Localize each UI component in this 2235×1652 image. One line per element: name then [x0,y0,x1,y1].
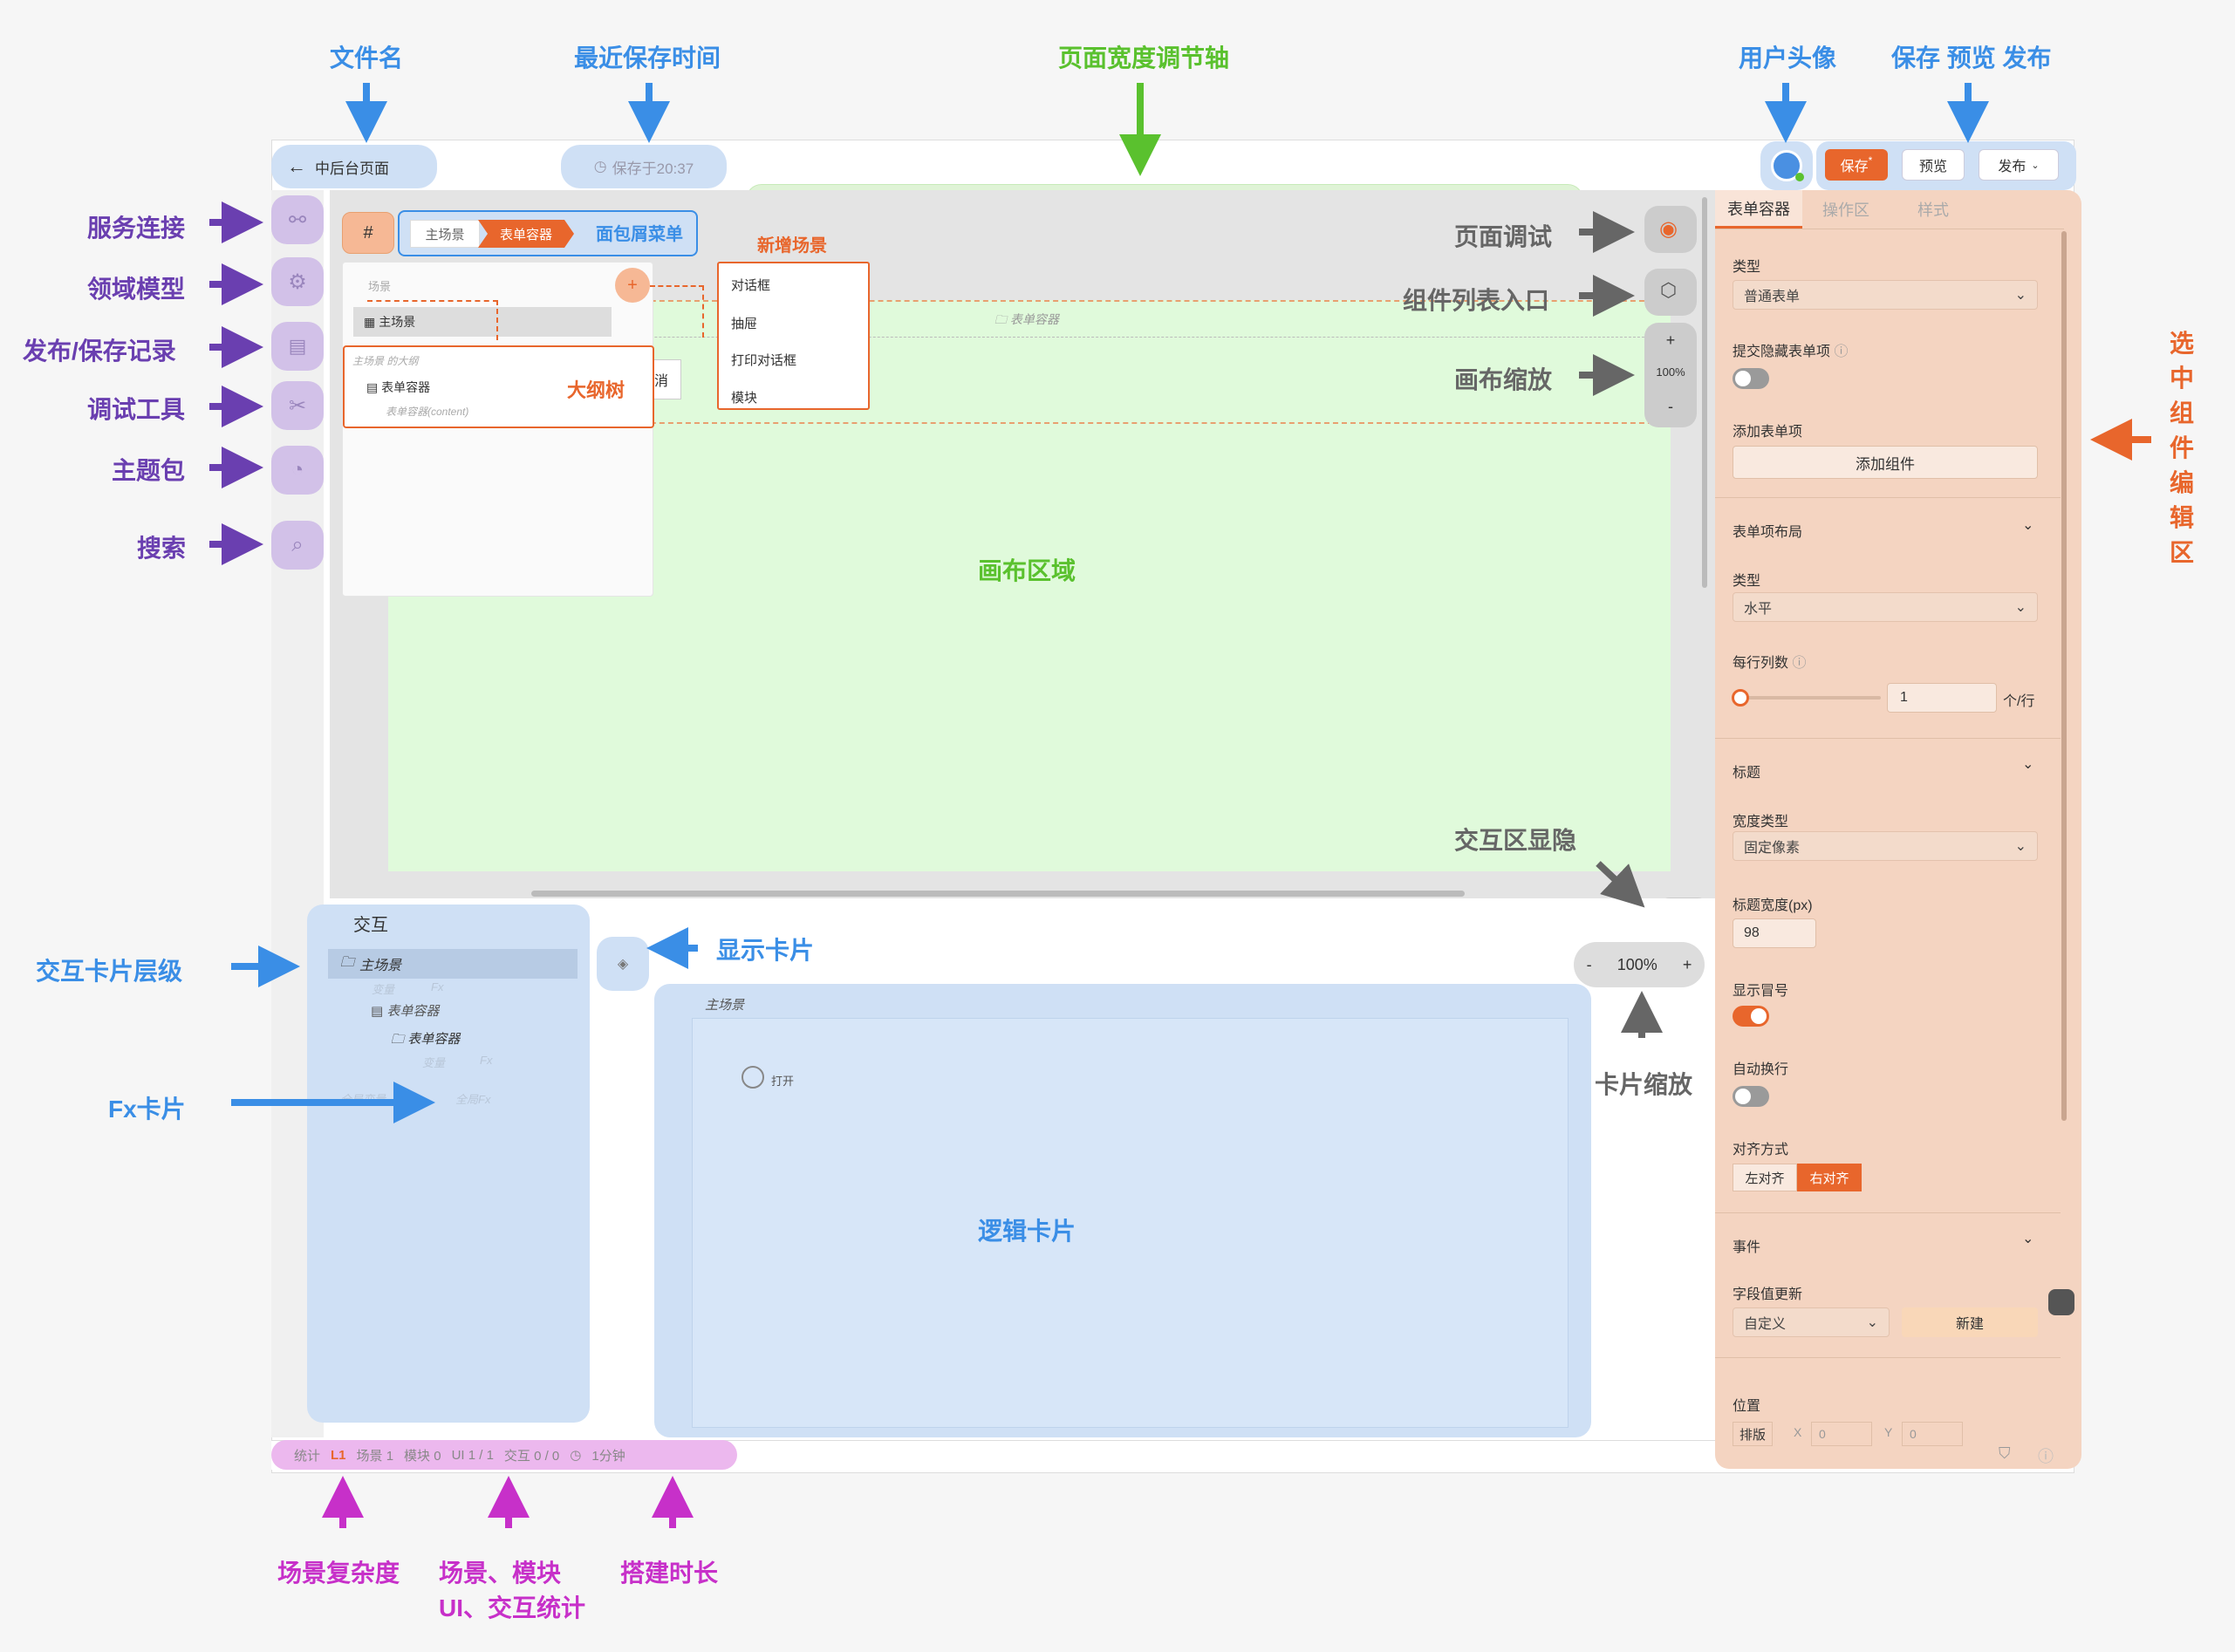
annotation-arrows [209,83,2151,1528]
note-stats-1: 场景、模块 [439,1560,562,1587]
note-outline: 大纲树 [567,379,625,401]
note-domain: 领域模型 [87,276,186,303]
note-width-axis: 页面宽度调节轴 [1058,44,1230,72]
note-canvas-zoom: 画布缩放 [1454,366,1553,393]
note-breadcrumb: 面包屑菜单 [596,225,683,244]
note-debug: 调试工具 [87,396,186,423]
note-new-scene: 新增场景 [757,236,827,256]
note-last-saved: 最近保存时间 [574,44,721,72]
note-card-zoom: 卡片缩放 [1595,1071,1693,1098]
note-component-list: 组件列表入口 [1403,287,1550,314]
note-publish: 发布/保存记录 [23,338,176,365]
note-theme: 主题包 [112,457,186,484]
note-avatar: 用户头像 [1739,44,1837,72]
note-stats-2: UI、交互统计 [439,1594,586,1621]
note-build-time: 搭建时长 [620,1560,719,1587]
note-actions: 保存 预览 发布 [1891,44,2052,72]
note-fx-card: Fx卡片 [108,1096,186,1123]
note-hierarchy: 交互卡片层级 [36,958,183,985]
note-interaction-toggle: 交互区显隐 [1454,827,1577,854]
note-search: 搜索 [137,535,187,562]
note-page-debug: 页面调试 [1454,223,1553,250]
note-show-card: 显示卡片 [716,937,815,964]
note-logic-card: 逻辑卡片 [978,1218,1076,1245]
note-complexity: 场景复杂度 [277,1560,400,1587]
note-service: 服务连接 [87,215,186,242]
note-editor: 选中组件编辑区 [2169,330,2194,566]
arrow-interaction-toggle [1596,861,1645,908]
note-file-name: 文件名 [330,44,404,72]
note-canvas-area: 画布区域 [978,557,1076,584]
